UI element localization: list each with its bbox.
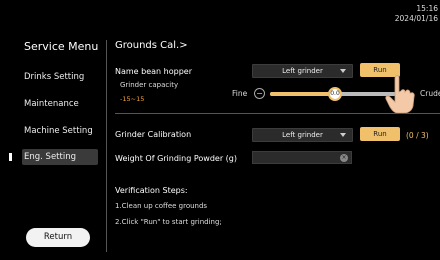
bean-hopper-select[interactable]: Left grinder [252, 64, 353, 78]
page-title: Grounds Cal.> [115, 40, 188, 51]
status-bar: 15:16 2024/01/16 [0, 0, 440, 32]
clear-icon[interactable]: × [340, 154, 348, 162]
chevron-down-icon [340, 133, 346, 137]
sidebar: Service Menu Drinks Setting Maintenance … [0, 32, 106, 260]
return-button[interactable]: Return [26, 228, 90, 247]
grinder-capacity-label: Grinder capacity [120, 81, 179, 89]
capacity-slider-knob[interactable]: 0.0 [328, 87, 342, 101]
verification-step-2: 2.Click "Run" to start grinding; [115, 218, 222, 226]
calibration-select-value: Left grinder [282, 131, 323, 139]
sidebar-title: Service Menu [24, 40, 99, 53]
calibration-select[interactable]: Left grinder [252, 128, 353, 142]
sidebar-item-maintenance[interactable]: Maintenance [22, 96, 98, 112]
sidebar-divider [106, 40, 107, 252]
powder-weight-label: Weight Of Grinding Powder (g) [115, 154, 237, 163]
section-divider [115, 113, 440, 114]
fine-label: Fine [232, 89, 248, 98]
pointing-hand-icon [385, 75, 415, 114]
sidebar-item-machine-setting[interactable]: Machine Setting [22, 123, 98, 139]
capacity-slider-fill [270, 92, 335, 96]
capacity-range: -15~15 [120, 95, 145, 103]
calibration-progress: (0 / 3) [406, 131, 429, 140]
powder-weight-input[interactable]: × [252, 151, 352, 164]
decrease-button[interactable]: − [254, 88, 265, 99]
active-indicator [9, 153, 12, 161]
bean-hopper-select-value: Left grinder [282, 67, 323, 75]
sidebar-item-eng-setting[interactable]: Eng. Setting [22, 149, 98, 165]
clock-date: 2024/01/16 [394, 14, 438, 23]
verification-step-1: 1.Clean up coffee grounds [115, 202, 208, 210]
verification-heading: Verification Steps: [115, 186, 188, 195]
grinder-calibration-label: Grinder Calibration [115, 130, 192, 139]
sidebar-item-drinks-setting[interactable]: Drinks Setting [22, 69, 98, 85]
chevron-down-icon [340, 69, 346, 73]
crude-label: Crude [420, 89, 440, 98]
bean-hopper-label: Name bean hopper [115, 67, 192, 76]
calibration-run-button[interactable]: Run [360, 127, 400, 141]
clock-time: 15:16 [416, 4, 438, 13]
clock: 15:16 2024/01/16 [395, 4, 438, 24]
